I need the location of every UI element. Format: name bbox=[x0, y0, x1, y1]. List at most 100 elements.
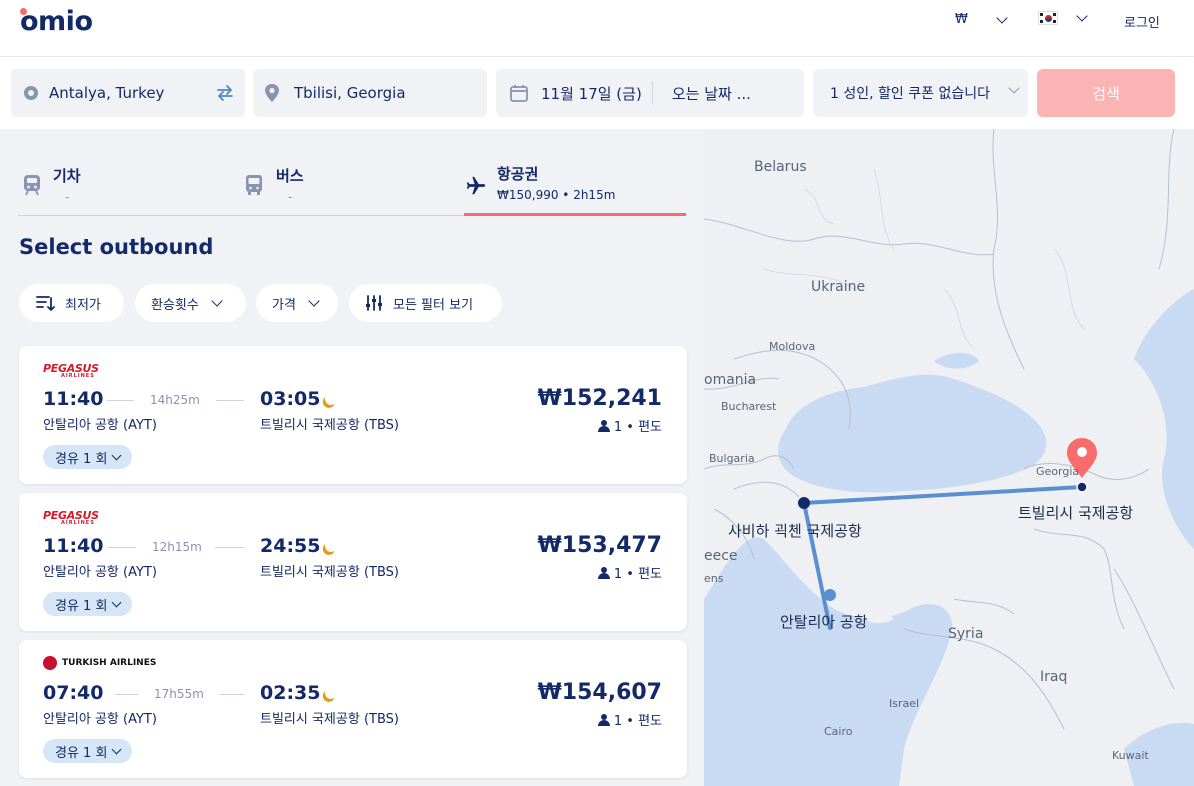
stops-label: 경유 1 회 bbox=[55, 598, 108, 614]
duration-line bbox=[115, 694, 138, 695]
stops-badge[interactable]: 경유 1 회 bbox=[43, 592, 133, 616]
turkish-airlines-logo: TURKISH AIRLINES bbox=[43, 656, 156, 670]
currency-label: ₩ bbox=[955, 12, 968, 27]
map-label: Moldova bbox=[769, 340, 816, 353]
map-label: eece bbox=[704, 548, 738, 564]
moon-icon bbox=[323, 685, 338, 700]
passenger-info: 1 • 편도 bbox=[597, 416, 662, 435]
page-title: Select outbound bbox=[19, 235, 214, 259]
pax-label: 1 • 편도 bbox=[613, 567, 662, 582]
chevron-down-icon bbox=[111, 450, 122, 460]
omio-logo[interactable]: omio bbox=[20, 6, 93, 37]
chevron-down-icon bbox=[996, 11, 1008, 24]
result-card[interactable]: TURKISH AIRLINES 07:40 17h55m 02:35 안탈리아… bbox=[19, 640, 687, 778]
duration-line bbox=[107, 400, 134, 401]
moon-icon bbox=[323, 391, 338, 406]
passenger-info: 1 • 편도 bbox=[597, 710, 662, 729]
filters-icon bbox=[366, 295, 382, 311]
airline-sub: AIRLINES bbox=[61, 520, 95, 526]
price: ₩153,477 bbox=[537, 533, 662, 558]
result-card[interactable]: PEGASUS AIRLINES 11:40 12h15m 24:55 안탈리아… bbox=[19, 493, 687, 631]
stops-badge[interactable]: 경유 1 회 bbox=[43, 445, 133, 469]
passenger-field[interactable]: 1 성인, 할인 쿠폰 없습니다 bbox=[813, 69, 1028, 117]
stops-label: 경유 1 회 bbox=[55, 745, 108, 761]
map-label: Iraq bbox=[1040, 669, 1068, 685]
map-label: Israel bbox=[889, 697, 920, 710]
map-label: Cairo bbox=[824, 725, 853, 738]
login-link[interactable]: 로그인 bbox=[1124, 12, 1160, 31]
departure-time: 11:40 bbox=[43, 535, 104, 557]
logo-dot bbox=[20, 8, 27, 15]
sort-icon bbox=[36, 296, 55, 311]
map-label: Ukraine bbox=[811, 279, 866, 295]
person-icon bbox=[597, 566, 610, 579]
map-label: Bulgaria bbox=[709, 452, 755, 465]
transfers-chip[interactable]: 환승횟수 bbox=[135, 284, 246, 322]
bus-icon bbox=[246, 175, 262, 195]
language-selector[interactable] bbox=[1038, 10, 1088, 25]
chevron-down-icon bbox=[111, 744, 122, 754]
date-field[interactable]: 11월 17일 (금) 오는 날짜 ... bbox=[496, 69, 804, 117]
airline-name: TURKISH AIRLINES bbox=[62, 658, 157, 668]
swap-icon[interactable] bbox=[215, 83, 235, 103]
price-filter-label: 가격 bbox=[272, 297, 296, 313]
duration: 17h55m bbox=[154, 687, 204, 701]
all-filters-chip[interactable]: 모든 필터 보기 bbox=[349, 284, 502, 322]
chevron-down-icon bbox=[1076, 10, 1088, 22]
login-label: 로그인 bbox=[1124, 16, 1160, 31]
pax-label: 1 • 편도 bbox=[613, 714, 662, 729]
departure-time: 11:40 bbox=[43, 388, 104, 410]
duration: 12h15m bbox=[152, 540, 202, 554]
arrival-time: 03:05 bbox=[260, 388, 321, 410]
map-label: Georgia bbox=[1036, 465, 1080, 478]
price-chip[interactable]: 가격 bbox=[256, 284, 338, 322]
origin-field[interactable]: Antalya, Turkey bbox=[11, 69, 245, 117]
sort-label: 최저가 bbox=[65, 297, 101, 313]
map-label: Kuwait bbox=[1112, 749, 1149, 762]
map-label: ens bbox=[704, 572, 724, 585]
duration-line bbox=[215, 547, 244, 548]
map-label: Bucharest bbox=[721, 400, 777, 413]
tab-bus-sub: - bbox=[288, 190, 293, 204]
tab-flight-sub: ₩150,990 • 2h15m bbox=[497, 188, 616, 202]
result-card[interactable]: PEGASUS AIRLINES 11:40 14h25m 03:05 안탈리아… bbox=[19, 346, 687, 484]
top-header: omio ₩ 로그인 bbox=[0, 0, 1194, 57]
train-icon bbox=[24, 175, 40, 196]
return-date[interactable]: 오는 날짜 ... bbox=[672, 83, 751, 104]
chevron-down-icon bbox=[111, 597, 122, 607]
route-map[interactable]: Belarus Ukraine Moldova omania Bucharest… bbox=[704, 129, 1194, 786]
sort-chip[interactable]: 최저가 bbox=[19, 284, 124, 322]
stops-badge[interactable]: 경유 1 회 bbox=[43, 739, 133, 763]
currency-selector[interactable]: ₩ bbox=[955, 11, 1008, 27]
airport-label-saw: 사비하 괵첸 국제공항 bbox=[728, 522, 862, 540]
stops-label: 경유 1 회 bbox=[55, 451, 108, 467]
duration: 14h25m bbox=[150, 393, 200, 407]
korea-flag-icon bbox=[1038, 11, 1058, 25]
airport-dot-saw bbox=[798, 497, 810, 509]
map-label: Syria bbox=[948, 626, 984, 642]
duration-line bbox=[107, 547, 136, 548]
all-filters-label: 모든 필터 보기 bbox=[393, 297, 474, 313]
pax-label: 1 • 편도 bbox=[613, 420, 662, 435]
destination-field[interactable]: Tbilisi, Georgia bbox=[253, 69, 487, 117]
depart-date[interactable]: 11월 17일 (금) bbox=[541, 83, 642, 104]
person-icon bbox=[597, 713, 610, 726]
destination-value: Tbilisi, Georgia bbox=[294, 84, 406, 102]
origin-icon bbox=[24, 86, 38, 100]
tab-bus-label: 버스 bbox=[276, 167, 304, 185]
departure-time: 07:40 bbox=[43, 682, 104, 704]
tab-active-indicator bbox=[464, 213, 686, 216]
origin-value: Antalya, Turkey bbox=[49, 84, 165, 102]
tab-flight-label: 항공권 bbox=[497, 165, 539, 183]
departure-airport: 안탈리아 공항 (AYT) bbox=[43, 565, 157, 580]
airport-label-tbs: 트빌리시 국제공항 bbox=[1018, 504, 1134, 522]
map-label: Belarus bbox=[754, 159, 807, 175]
pegasus-logo: PEGASUS AIRLINES bbox=[43, 362, 99, 379]
arrival-time: 02:35 bbox=[260, 682, 321, 704]
airline-sub: AIRLINES bbox=[61, 373, 95, 379]
departure-airport: 안탈리아 공항 (AYT) bbox=[43, 712, 157, 727]
person-icon bbox=[597, 419, 610, 432]
search-button[interactable]: 검색 bbox=[1037, 69, 1175, 117]
arrival-airport: 트빌리시 국제공항 (TBS) bbox=[260, 565, 399, 580]
map-label: omania bbox=[704, 372, 757, 388]
